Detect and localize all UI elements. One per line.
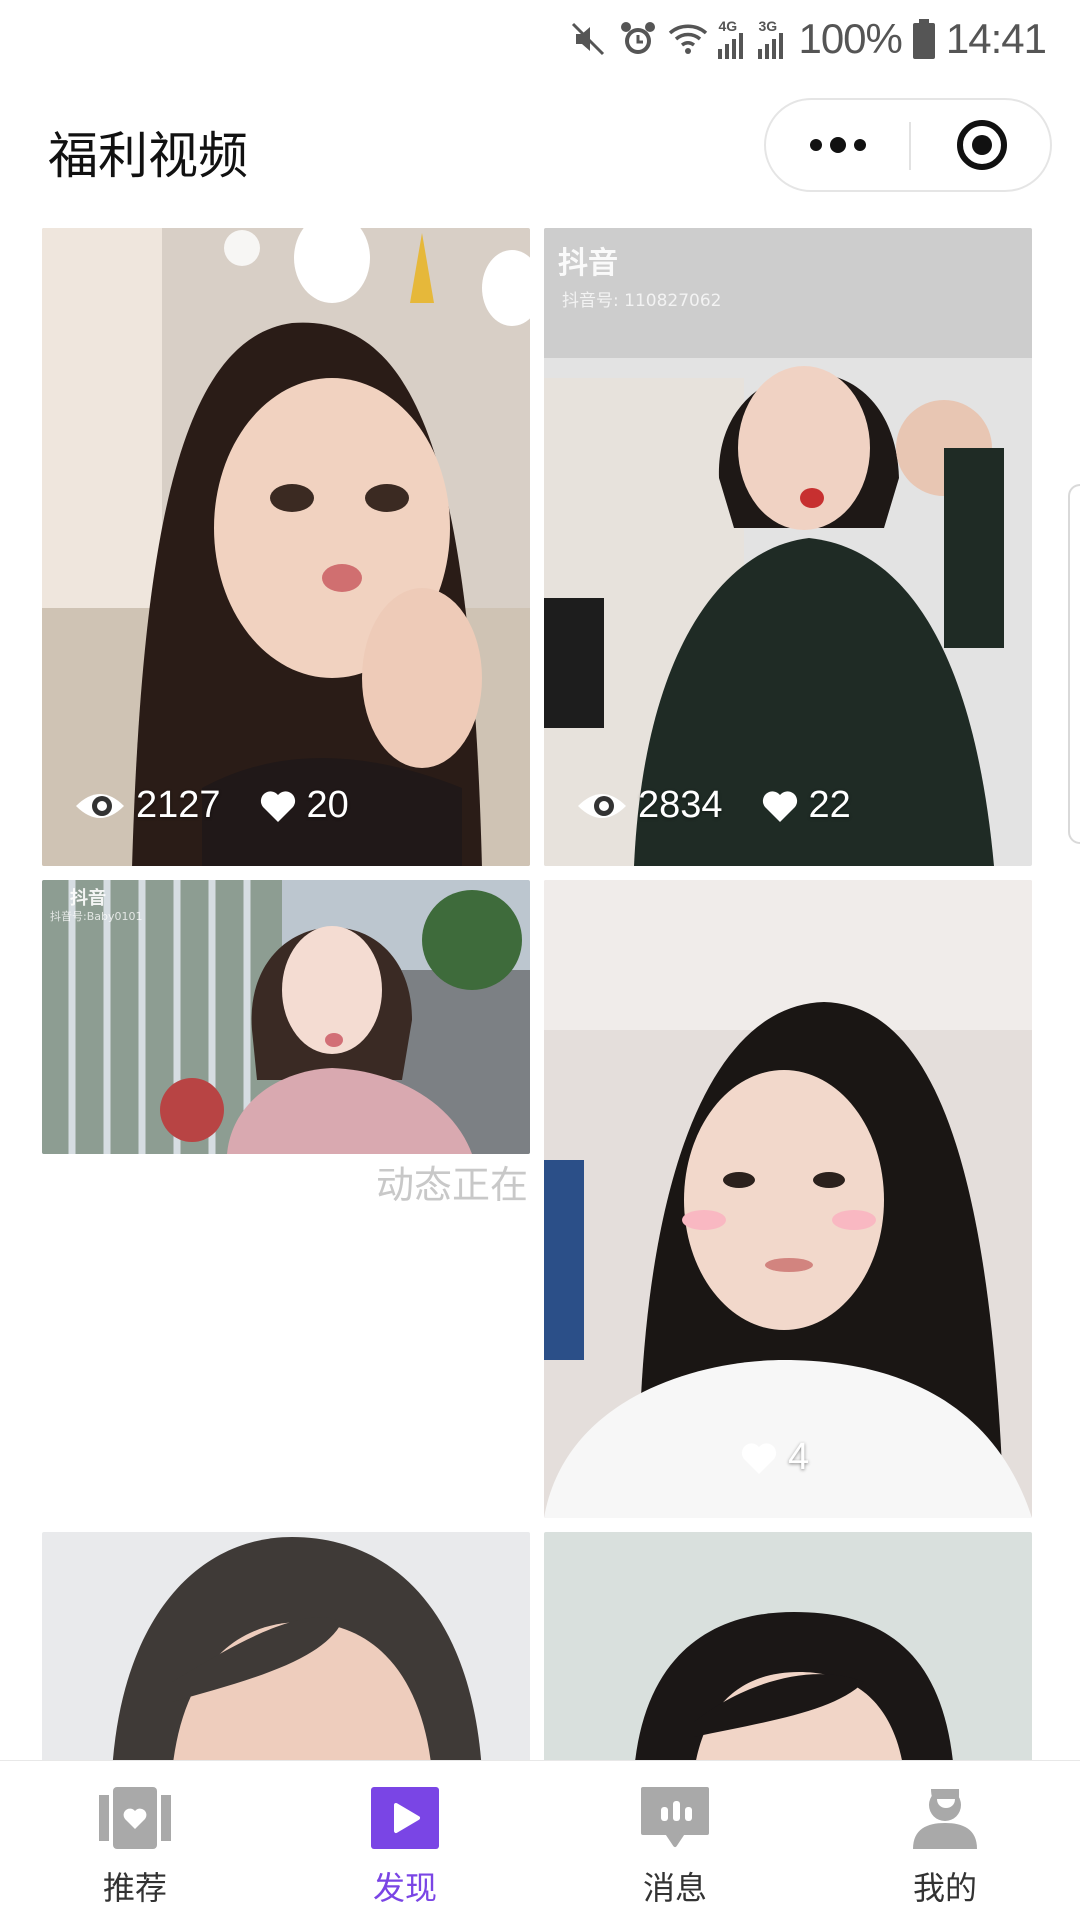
video-stats: 4	[740, 1436, 809, 1479]
close-button[interactable]	[911, 100, 1052, 190]
tab-messages[interactable]: 消息	[600, 1761, 750, 1920]
mute-icon	[572, 22, 605, 56]
heart-icon	[762, 790, 797, 822]
watermark-id: 抖音号:Baby0101	[50, 910, 143, 923]
play-video-icon	[371, 1787, 439, 1849]
battery-icon	[912, 19, 935, 59]
network-type-label: 4G	[718, 18, 738, 34]
video-card[interactable]: 2127 20	[42, 228, 530, 866]
watermark-id: 抖音号: 110827062	[562, 291, 722, 311]
tab-label: 推荐	[102, 1869, 167, 1907]
tab-label: 发现	[372, 1869, 437, 1907]
page-title: 福利视频	[48, 127, 248, 185]
video-card[interactable]	[544, 1532, 1032, 1760]
bottom-tab-bar: 推荐 发现 消息 我的	[0, 1760, 1080, 1920]
tab-label: 我的	[912, 1869, 977, 1907]
video-thumbnail	[42, 228, 530, 866]
video-card[interactable]: 4	[544, 880, 1032, 1518]
view-count: 2127	[136, 784, 221, 826]
loading-toast: 动态正在	[376, 1163, 529, 1207]
watermark-label: 抖音	[558, 246, 618, 281]
video-grid: 2127 20 抖音 抖音号: 110827062 2834 22 抖音 抖音号…	[0, 228, 1080, 1760]
video-thumbnail	[544, 1532, 1032, 1760]
like-count: 22	[808, 784, 851, 826]
mini-program-capsule	[764, 98, 1052, 192]
heart-icon	[741, 1442, 777, 1474]
signal-3g-icon: 3G	[758, 19, 788, 59]
network-type-label: 3G	[758, 18, 778, 34]
heart-icon	[260, 790, 295, 822]
alarm-icon	[621, 22, 656, 54]
more-button[interactable]	[766, 100, 909, 190]
target-close-icon	[956, 120, 1007, 170]
watermark-label: 抖音	[70, 888, 106, 909]
user-profile-icon	[913, 1789, 977, 1849]
like-count: 4	[788, 1436, 810, 1478]
tab-label: 消息	[642, 1869, 707, 1907]
clock: 14:41	[945, 15, 1047, 62]
video-card[interactable]: 抖音 抖音号: 110827062 2834 22	[544, 228, 1032, 866]
video-thumbnail	[544, 880, 1032, 1518]
eye-icon	[76, 793, 124, 818]
tab-recommend[interactable]: 推荐	[60, 1761, 210, 1920]
heart-card-icon	[99, 1787, 171, 1849]
video-stats: 2834 22	[576, 784, 851, 827]
video-thumbnail	[42, 1532, 530, 1760]
video-card[interactable]: 抖音 抖音号:Baby0101	[42, 880, 530, 1154]
message-bubble-icon	[641, 1787, 709, 1847]
wifi-icon	[669, 24, 708, 54]
like-count: 20	[306, 784, 349, 826]
status-bar: 4G 3G 100% 14:41	[0, 0, 1080, 78]
side-pull-tab[interactable]	[1068, 484, 1080, 844]
video-thumbnail	[544, 228, 1032, 866]
title-bar: 福利视频	[0, 78, 1080, 210]
signal-4g-icon: 4G	[718, 19, 748, 59]
video-stats: 2127 20	[74, 784, 349, 827]
eye-icon	[578, 793, 626, 818]
more-dots-icon	[809, 137, 866, 153]
tab-discover[interactable]: 发现	[330, 1761, 480, 1920]
battery-percent: 100%	[798, 15, 902, 62]
tab-profile[interactable]: 我的	[870, 1761, 1020, 1920]
video-card[interactable]	[42, 1532, 530, 1760]
view-count: 2834	[638, 784, 723, 826]
